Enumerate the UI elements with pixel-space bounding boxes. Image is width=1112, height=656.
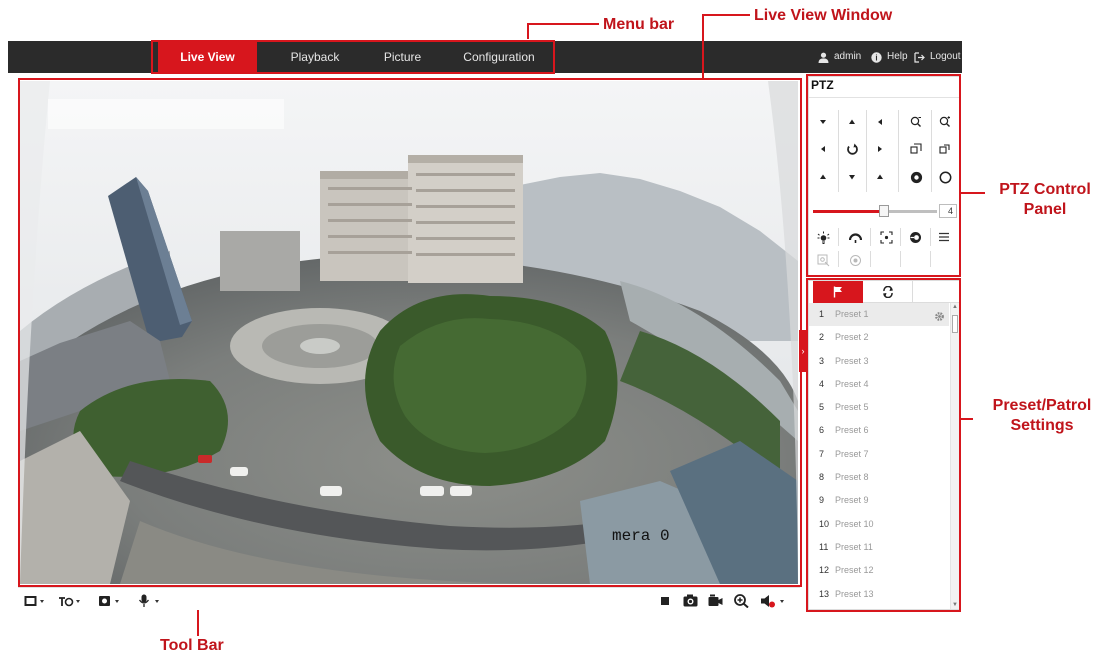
annotation-leader-line: [527, 23, 529, 39]
capture-button[interactable]: [683, 592, 698, 609]
user-icon: [818, 52, 829, 63]
annotation-leader-line: [961, 192, 985, 194]
help-button[interactable]: i Help: [871, 41, 908, 73]
microphone-button[interactable]: [138, 592, 162, 609]
digital-zoom-icon: [734, 593, 749, 608]
stop-icon: [661, 596, 669, 605]
capture-icon: [683, 594, 698, 607]
annotation-menu-bar-box: [151, 40, 555, 74]
annotation-leader-line: [702, 14, 750, 16]
window-division-button[interactable]: [24, 592, 46, 609]
username: admin: [834, 51, 862, 62]
logout-button[interactable]: Logout: [914, 41, 961, 73]
annotation-leader-line: [961, 418, 973, 420]
help-icon: i: [871, 51, 882, 63]
stream-type-button[interactable]: [58, 592, 82, 609]
help-label: Help: [887, 51, 908, 62]
tool-bar: [18, 587, 800, 612]
annotation-leader-line: [702, 14, 704, 78]
audio-button[interactable]: [760, 592, 788, 609]
record-icon: [708, 594, 723, 606]
annotation-preset-label: Preset/Patrol Settings: [992, 397, 1092, 434]
annotation-leader-line: [527, 23, 599, 25]
annotation-live-view-box: [18, 78, 802, 587]
annotation-preset-box: [806, 278, 961, 612]
annotation-ptz-label: PTZ Control Panel: [999, 181, 1091, 218]
record-button[interactable]: [708, 592, 723, 609]
annotation-tool-bar-label: Tool Bar: [160, 637, 224, 654]
user-menu[interactable]: admin: [818, 41, 861, 73]
plugin-button[interactable]: [98, 592, 122, 609]
digital-zoom-button[interactable]: [734, 592, 749, 609]
plugin-icon: [99, 595, 119, 606]
stream-type-icon: [59, 596, 80, 606]
audio-icon: [761, 594, 784, 607]
window-division-icon: [24, 595, 44, 606]
logout-icon: [914, 51, 925, 63]
logout-label: Logout: [930, 51, 961, 62]
annotation-leader-line: [197, 610, 199, 636]
stop-live-view-button[interactable]: [660, 592, 670, 609]
annotation-menu-bar-label: Menu bar: [603, 16, 675, 33]
microphone-icon: [138, 594, 159, 607]
svg-text:i: i: [875, 53, 877, 62]
annotation-live-view-label: Live View Window: [754, 7, 893, 24]
annotation-ptz-box: [806, 74, 961, 277]
